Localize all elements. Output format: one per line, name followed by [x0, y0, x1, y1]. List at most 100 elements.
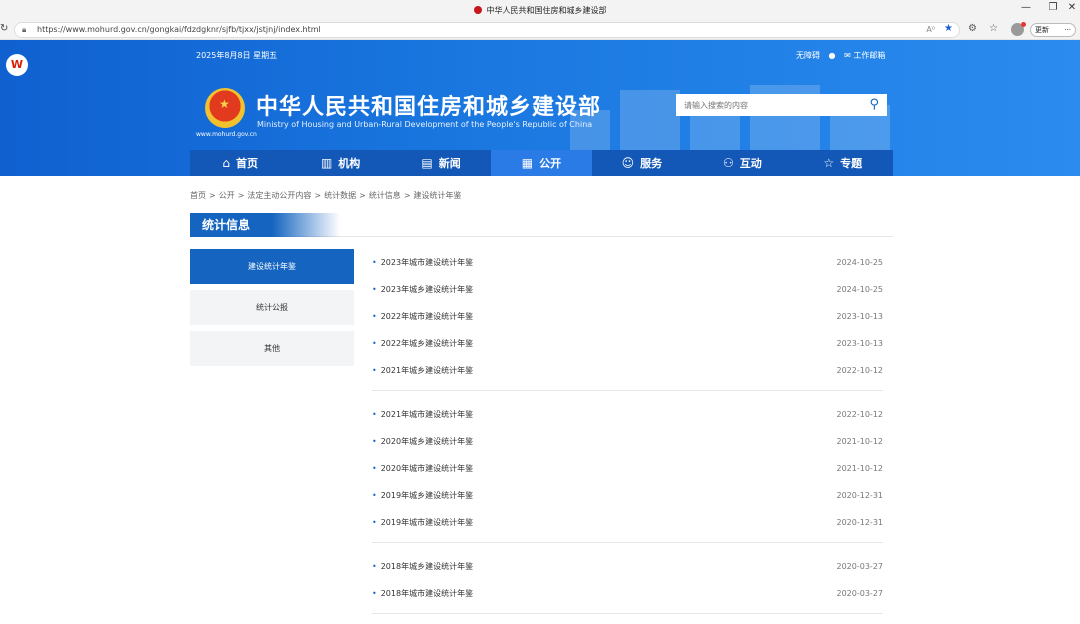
breadcrumb-separator: > [314, 191, 322, 200]
search-icon[interactable]: ⚲ [869, 97, 879, 112]
minimize-icon[interactable]: — [1016, 2, 1036, 13]
current-date: 2025年8月8日 星期五 [196, 51, 278, 60]
url-field[interactable]: 🔒︎ https://www.mohurd.gov.cn/gongkai/fdz… [14, 22, 960, 38]
interaction-icon: ⚇ [722, 156, 734, 170]
breadcrumb-separator: > [403, 191, 411, 200]
sidebar-item[interactable]: 建设统计年鉴 [190, 249, 354, 284]
sidebar: 建设统计年鉴 统计公报其他 [190, 249, 354, 372]
list-item-date: 2020-03-27 [836, 589, 884, 598]
list-item-date: 2022-10-12 [836, 366, 884, 375]
lock-icon[interactable]: 🔒︎ [22, 23, 26, 37]
favorite-star-icon[interactable]: ★ [944, 22, 953, 36]
breadcrumb-link[interactable]: 建设统计年鉴 [414, 191, 462, 200]
nav-item-2[interactable]: ▥ 机构 [290, 150, 390, 176]
news-icon: ▤ [421, 156, 433, 170]
nav-item-1[interactable]: ⌂ 首页 [190, 150, 290, 176]
list-item-title[interactable]: 2020年城乡建设统计年鉴 [372, 436, 473, 447]
national-emblem-icon: ★ [205, 88, 245, 128]
list-item-date: 2020-12-31 [836, 518, 884, 527]
list-item[interactable]: 2021年城市建设统计年鉴 2022-10-12 [372, 401, 883, 428]
breadcrumb-link[interactable]: 公开 [219, 191, 235, 200]
list-item[interactable]: 2021年城乡建设统计年鉴 2022-10-12 [372, 357, 883, 384]
more-icon[interactable]: ··· [1064, 24, 1071, 36]
tab-title[interactable]: 中华人民共和国住房和城乡建设部 [0, 5, 1080, 16]
breadcrumb-separator: > [209, 191, 216, 200]
list-item[interactable]: 2019年城乡建设统计年鉴 2020-12-31 [372, 482, 883, 509]
read-aloud-icon[interactable]: A⁰ [926, 23, 935, 37]
breadcrumb-link[interactable]: 统计数据 [324, 191, 356, 200]
section-header: 统计信息 [190, 213, 893, 237]
nav-label: 机构 [338, 157, 361, 170]
sidebar-item[interactable]: 其他 [190, 331, 354, 366]
main-nav: ⌂ 首页 ▥ 机构 ▤ 新闻 ▦ 公开 ☺ 服务 ⚇ 互动 ☆ 专题 [190, 150, 893, 176]
address-bar-row: ↻ 🔒︎ https://www.mohurd.gov.cn/gongkai/f… [0, 20, 1080, 40]
list-item-date: 2024-10-25 [836, 285, 884, 294]
list-item-title[interactable]: 2022年城市建设统计年鉴 [372, 311, 473, 322]
breadcrumb-separator: > [237, 191, 245, 200]
update-label: 更新 [1035, 26, 1049, 34]
nav-label: 互动 [739, 157, 762, 170]
list-item-title[interactable]: 2022年城乡建设统计年鉴 [372, 338, 473, 349]
building-icon: ▥ [320, 156, 333, 170]
nav-label: 公开 [539, 157, 562, 170]
list-item[interactable]: 2023年城市建设统计年鉴 2024-10-25 [372, 249, 883, 276]
list-item-title[interactable]: 2018年城乡建设统计年鉴 [372, 561, 473, 572]
list-item-title[interactable]: 2019年城市建设统计年鉴 [372, 517, 473, 528]
list-group: 2018年城乡建设统计年鉴 2020-03-27 2018年城市建设统计年鉴 2020… [372, 553, 883, 614]
breadcrumb-link[interactable]: 统计信息 [369, 191, 401, 200]
accessibility-link[interactable]: 无障碍 [796, 51, 820, 60]
list-item[interactable]: 2018年城市建设统计年鉴 2020-03-27 [372, 580, 883, 607]
restore-icon[interactable]: ❐ [1043, 2, 1063, 13]
breadcrumb-separator: > [359, 191, 366, 200]
search-box: ⚲ [676, 94, 887, 116]
sidebar-item[interactable]: 统计公报 [190, 290, 354, 325]
browser-titlebar: 中华人民共和国住房和城乡建设部 — ❐ ✕ [0, 0, 1080, 20]
list-item-date: 2023-10-13 [836, 312, 884, 321]
url-text: https://www.mohurd.gov.cn/gongkai/fdzdgk… [37, 25, 321, 34]
nav-label: 首页 [236, 157, 259, 170]
list-item-title[interactable]: 2020年城市建设统计年鉴 [372, 463, 473, 474]
update-button[interactable]: 更新 ··· [1030, 23, 1076, 37]
tab-title-text: 中华人民共和国住房和城乡建设部 [486, 6, 607, 15]
nav-label: 专题 [840, 157, 863, 170]
list-item[interactable]: 2019年城市建设统计年鉴 2020-12-31 [372, 509, 883, 536]
site-domain: www.mohurd.gov.cn [196, 131, 257, 138]
list-item-title[interactable]: 2018年城市建设统计年鉴 [372, 588, 473, 599]
list-item-title[interactable]: 2019年城乡建设统计年鉴 [372, 490, 473, 501]
list-item[interactable]: 2022年城乡建设统计年鉴 2023-10-13 [372, 330, 883, 357]
extensions-icon[interactable]: ⚙ [968, 23, 977, 34]
list-item-date: 2022-10-12 [836, 410, 884, 419]
list-item-title[interactable]: 2023年城市建设统计年鉴 [372, 257, 473, 268]
nav-item-5[interactable]: ☺ 服务 [592, 150, 692, 176]
list-item-title[interactable]: 2021年城市建设统计年鉴 [372, 409, 473, 420]
nav-item-4[interactable]: ▦ 公开 [491, 150, 592, 176]
work-email-link[interactable]: ✉ 工作邮箱 [844, 51, 885, 60]
wechat-icon[interactable]: ● [829, 51, 836, 60]
reload-icon[interactable]: ↻ [0, 23, 8, 34]
site-title[interactable]: 中华人民共和国住房和城乡建设部 [256, 89, 601, 121]
list-item-title[interactable]: 2021年城乡建设统计年鉴 [372, 365, 473, 376]
home-icon: ⌂ [222, 156, 231, 170]
list-item[interactable]: 2018年城乡建设统计年鉴 2020-03-27 [372, 553, 883, 580]
list-item-date: 2020-12-31 [836, 491, 884, 500]
list-item[interactable]: 2022年城市建设统计年鉴 2023-10-13 [372, 303, 883, 330]
breadcrumb-link[interactable]: 首页 [190, 191, 206, 200]
profile-avatar[interactable] [1011, 22, 1026, 36]
list-item[interactable]: 2023年城乡建设统计年鉴 2024-10-25 [372, 276, 883, 303]
wps-logo-icon[interactable]: W [6, 54, 28, 76]
list-item-date: 2021-10-12 [836, 437, 884, 446]
nav-item-7[interactable]: ☆ 专题 [793, 150, 893, 176]
favorites-icon[interactable]: ☆ [989, 23, 998, 34]
header-utility-links: 无障碍 ● ✉ 工作邮箱 [796, 50, 891, 61]
search-input[interactable] [684, 98, 854, 112]
breadcrumb-link[interactable]: 法定主动公开内容 [247, 191, 311, 200]
section-title: 统计信息 [190, 213, 340, 237]
list-item[interactable]: 2020年城乡建设统计年鉴 2021-10-12 [372, 428, 883, 455]
list-item[interactable]: 2020年城市建设统计年鉴 2021-10-12 [372, 455, 883, 482]
list-item-date: 2021-10-12 [836, 464, 884, 473]
topic-star-icon: ☆ [823, 156, 835, 170]
list-item-title[interactable]: 2023年城乡建设统计年鉴 [372, 284, 473, 295]
nav-item-6[interactable]: ⚇ 互动 [692, 150, 792, 176]
close-icon[interactable]: ✕ [1062, 2, 1080, 13]
nav-item-3[interactable]: ▤ 新闻 [391, 150, 491, 176]
